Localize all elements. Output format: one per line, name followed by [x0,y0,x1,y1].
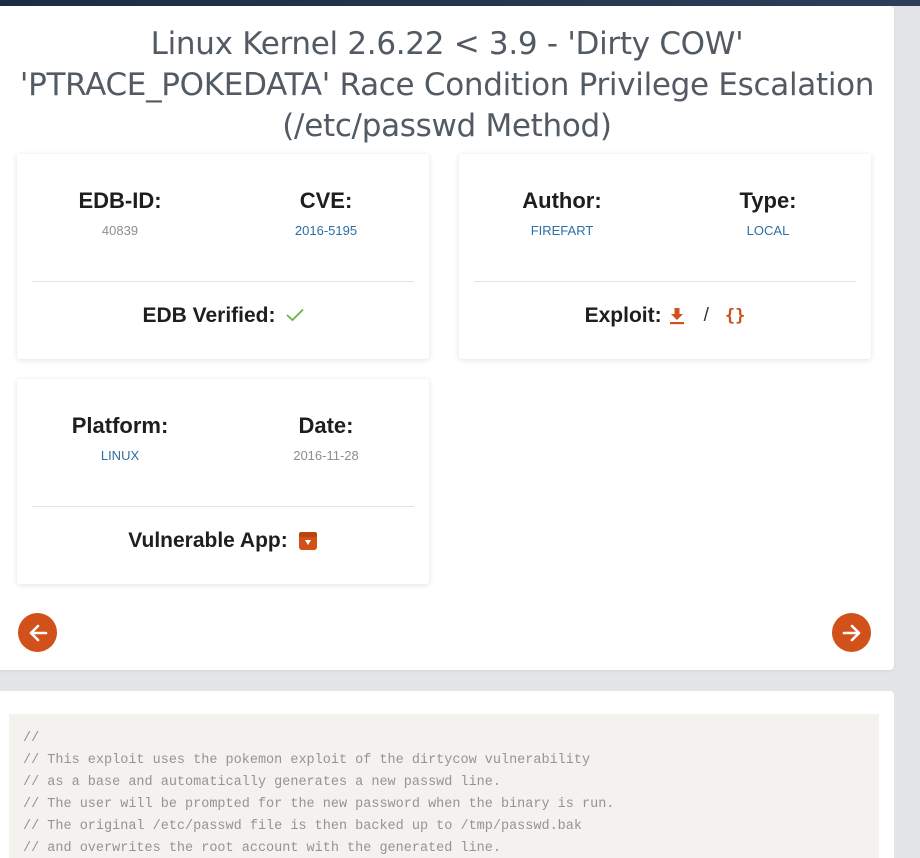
archive-download-icon[interactable] [298,531,318,551]
title-line-2: 'PTRACE_POKEDATA' Race Condition Privile… [19,67,875,103]
date-label: Date: [298,413,354,438]
download-icon[interactable] [668,305,686,327]
edb-id-label: EDB-ID: [78,188,162,213]
exploit-label: Exploit: [584,304,662,327]
type-link[interactable]: LOCAL [668,223,868,238]
card-divider [32,281,414,282]
info-card-id: EDB-ID: 40839 CVE: 2016-5195 EDB Verifie… [17,154,429,359]
code-line: // [23,731,40,746]
card-divider [32,506,414,507]
vulnerable-app-row: Vulnerable App: [17,529,429,553]
arrow-left-icon [29,624,47,641]
view-raw-icon[interactable]: {} [725,306,745,326]
code-line: // This exploit uses the pokemon exploit… [23,753,591,768]
exploit-details-card: Linux Kernel 2.6.22 < 3.9 - 'Dirty COW' … [0,6,894,670]
author-label: Author: [522,188,602,213]
date-value: 2016-11-28 [293,448,359,463]
platform-link[interactable]: LINUX [20,448,220,463]
code-line: // The original /etc/passwd file is then… [23,819,582,834]
type-label: Type: [739,188,797,213]
edb-id-cell: EDB-ID: 40839 [20,188,220,238]
edb-verified-label: EDB Verified: [142,304,276,327]
code-line: // as a base and automatically generates… [23,775,501,790]
code-line: // and overwrites the root account with … [23,841,501,856]
cve-cell: CVE: 2016-5195 [226,188,426,238]
info-card-author: Author: FIREFART Type: LOCAL Exploit: / … [459,154,871,359]
platform-label: Platform: [71,413,169,438]
exploit-row: Exploit: / {} [459,304,871,328]
exploit-separator: / [703,305,709,326]
author-link[interactable]: FIREFART [462,223,662,238]
platform-cell: Platform: LINUX [20,413,220,463]
vulnerable-app-label: Vulnerable App: [128,529,288,552]
exploit-code-card: // // This exploit uses the pokemon expl… [0,691,894,858]
info-card-platform: Platform: LINUX Date: 2016-11-28 Vulnera… [17,379,429,584]
cve-label: CVE: [299,188,353,213]
edb-id-value: 40839 [101,223,139,238]
code-line: // The user will be prompted for the new… [23,797,615,812]
author-cell: Author: FIREFART [462,188,662,238]
cve-link[interactable]: 2016-5195 [226,223,426,238]
arrow-right-icon [842,624,860,641]
previous-exploit-button[interactable] [18,613,57,652]
code-block[interactable]: // // This exploit uses the pokemon expl… [9,714,879,858]
edb-verified-row: EDB Verified: [17,304,429,328]
title-line-1: Linux Kernel 2.6.22 < 3.9 - 'Dirty COW' [150,26,744,62]
check-icon [285,305,304,328]
type-cell: Type: LOCAL [668,188,868,238]
date-cell: Date: 2016-11-28 [226,413,426,463]
page-title: Linux Kernel 2.6.22 < 3.9 - 'Dirty COW' … [0,24,894,147]
next-exploit-button[interactable] [832,613,871,652]
title-line-3: (/etc/passwd Method) [282,108,612,144]
card-divider [474,281,856,282]
